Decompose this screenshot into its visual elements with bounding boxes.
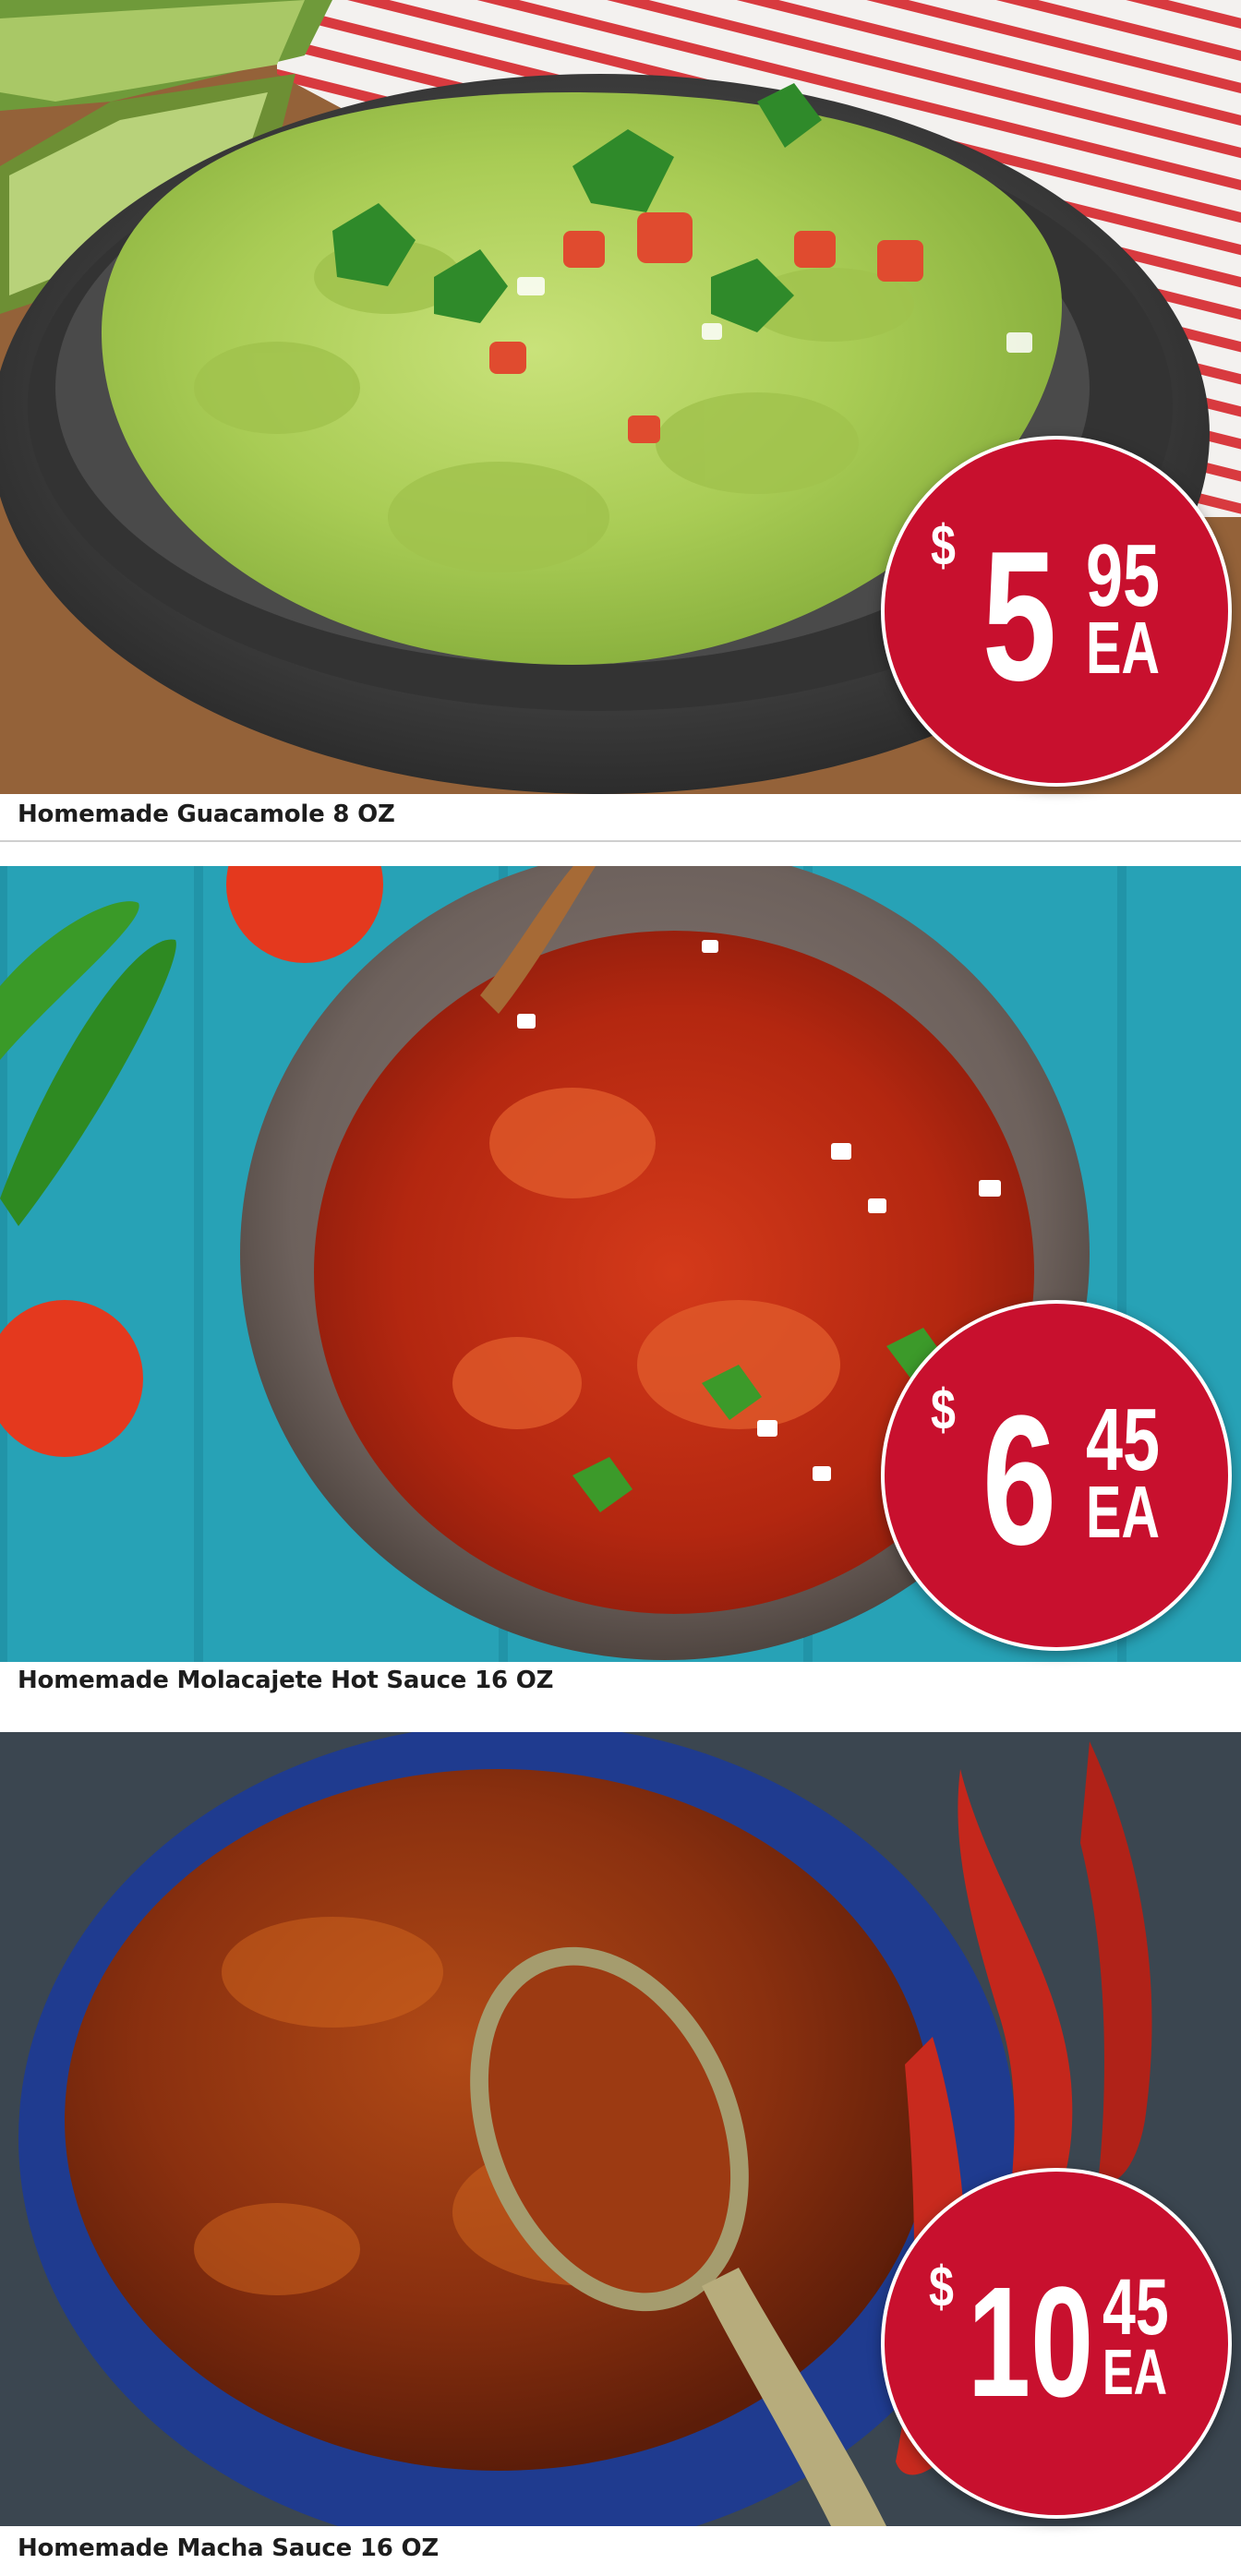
divider (0, 840, 1241, 842)
product-feed: $ 5 95 EA Homemade Guacamole 8 OZ $ 6 45… (0, 0, 1241, 2576)
price-unit: EA (1102, 2336, 1168, 2408)
product-name[interactable]: Homemade Molacajete Hot Sauce 16 OZ (18, 1667, 553, 1694)
price-currency: $ (929, 2256, 954, 2319)
price-badge-macha-sauce: $ 10 45 EA (881, 2168, 1232, 2519)
price-unit: EA (1086, 1471, 1161, 1553)
product-name[interactable]: Homemade Macha Sauce 16 OZ (18, 2534, 439, 2562)
price-whole: 10 (968, 2255, 1094, 2430)
price-unit: EA (1086, 607, 1161, 689)
price-currency: $ (931, 1378, 956, 1442)
price-badge-hot-sauce: $ 6 45 EA (881, 1300, 1232, 1651)
product-card-macha-sauce[interactable]: $ 10 45 EA Homemade Macha Sauce 16 OZ (0, 1732, 1241, 2576)
product-name[interactable]: Homemade Guacamole 8 OZ (18, 800, 395, 828)
price-whole: 6 (982, 1378, 1057, 1583)
price-currency: $ (931, 514, 956, 578)
price-whole: 5 (982, 513, 1057, 719)
product-card-guacamole[interactable]: $ 5 95 EA Homemade Guacamole 8 OZ (0, 0, 1241, 842)
product-card-hot-sauce[interactable]: $ 6 45 EA Homemade Molacajete Hot Sauce … (0, 866, 1241, 1731)
price-badge-guacamole: $ 5 95 EA (881, 436, 1232, 787)
